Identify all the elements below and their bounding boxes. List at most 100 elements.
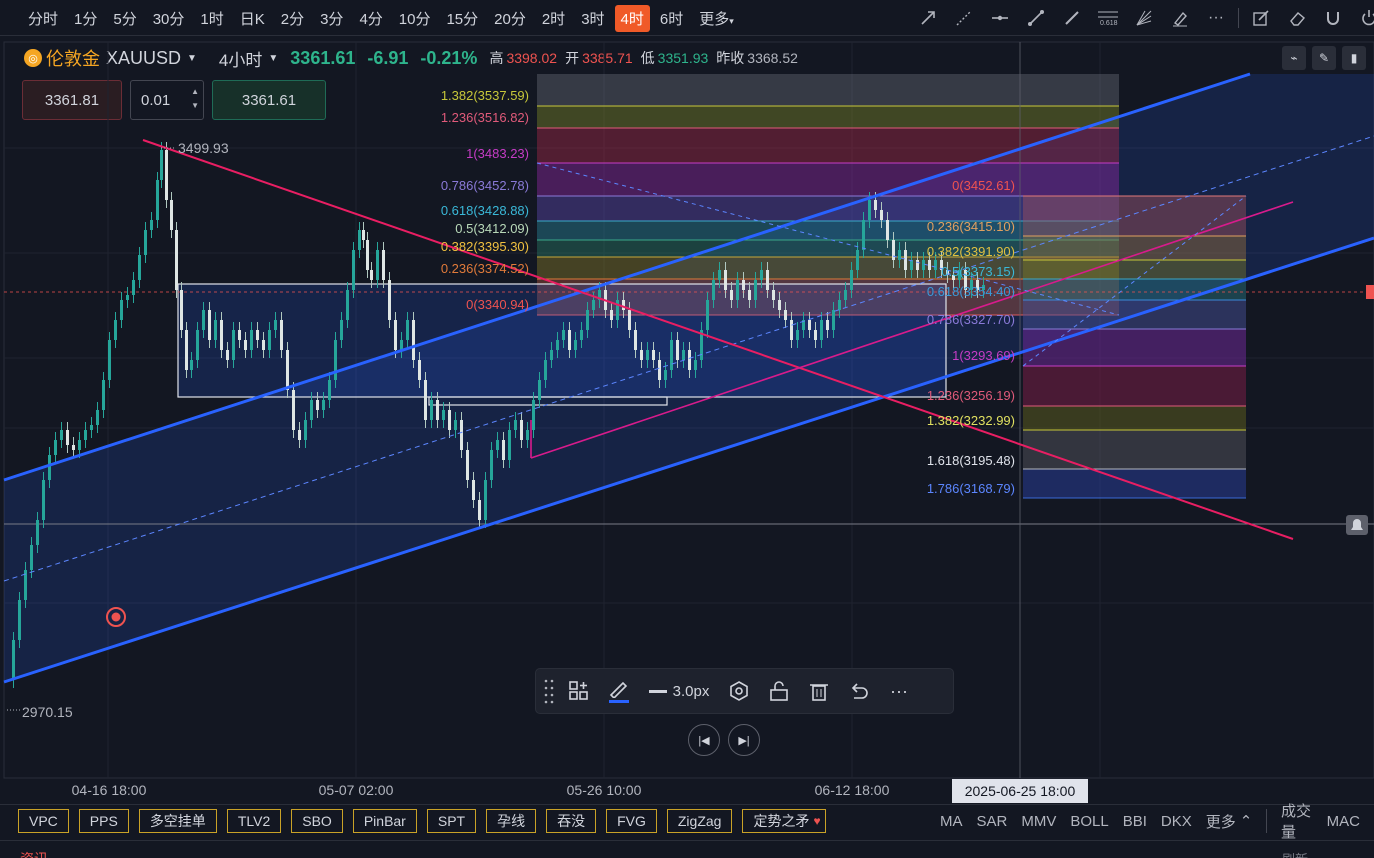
horizontal-line-icon[interactable] bbox=[982, 3, 1018, 33]
candle-body bbox=[784, 310, 787, 320]
interval-1m[interactable]: 1分 bbox=[68, 5, 103, 32]
indicator-button[interactable]: SPT bbox=[426, 809, 477, 833]
candle-body bbox=[568, 330, 571, 350]
ray-tool-icon[interactable] bbox=[910, 3, 946, 33]
candle-body bbox=[180, 290, 183, 330]
main-indicator-tab[interactable]: 更多 bbox=[1206, 811, 1236, 832]
main-indicator-tab[interactable]: MMV bbox=[1021, 813, 1056, 830]
candle-body bbox=[586, 310, 589, 330]
eraser-icon[interactable] bbox=[1279, 3, 1315, 33]
candle-body bbox=[84, 430, 87, 440]
indicator-button[interactable]: 孕线 bbox=[486, 809, 537, 833]
settings-hex-icon[interactable] bbox=[722, 674, 756, 708]
indicator-button[interactable]: ZigZag bbox=[666, 809, 733, 833]
indicator-button[interactable]: 多空挂单 bbox=[138, 809, 217, 833]
more-options-icon[interactable]: ··· bbox=[882, 674, 916, 708]
candle-body bbox=[862, 220, 865, 250]
interval-3h[interactable]: 3时 bbox=[575, 5, 610, 32]
candle-body bbox=[244, 340, 247, 350]
interval-2h[interactable]: 2时 bbox=[536, 5, 571, 32]
candle-body bbox=[928, 260, 931, 270]
candle-body bbox=[196, 330, 199, 360]
candle-body bbox=[910, 260, 913, 270]
candle-body bbox=[185, 330, 188, 370]
candle-body bbox=[652, 350, 655, 360]
candle-body bbox=[214, 320, 217, 340]
trash-icon[interactable] bbox=[802, 674, 836, 708]
toolbar-divider bbox=[1238, 8, 1239, 28]
interval-30m[interactable]: 30分 bbox=[147, 5, 191, 32]
drag-handle-icon[interactable] bbox=[542, 674, 556, 708]
interval-more[interactable]: 更多▾ bbox=[693, 5, 740, 32]
extended-line-icon[interactable] bbox=[946, 3, 982, 33]
line-width-button[interactable]: 3.0px bbox=[642, 674, 716, 708]
interval-15m[interactable]: 15分 bbox=[440, 5, 484, 32]
candle-body bbox=[610, 310, 613, 320]
candle-body bbox=[274, 320, 277, 330]
refresh-button[interactable]: 刷新 bbox=[1282, 849, 1308, 858]
candle-body bbox=[388, 280, 391, 320]
line-color-swatch bbox=[609, 699, 629, 703]
more-tools-icon[interactable]: ··· bbox=[1198, 3, 1234, 33]
interval-fenshi[interactable]: 分时 bbox=[22, 5, 64, 32]
brush-icon[interactable] bbox=[1162, 3, 1198, 33]
interval-2m[interactable]: 2分 bbox=[275, 5, 310, 32]
trend-line-icon[interactable] bbox=[1018, 3, 1054, 33]
unlock-icon[interactable] bbox=[762, 674, 796, 708]
svg-text:0.618: 0.618 bbox=[1100, 20, 1118, 27]
drawing-tools: 0.618 ··· bbox=[910, 0, 1374, 36]
news-tab[interactable]: 资讯 bbox=[20, 849, 48, 858]
interval-4h[interactable]: 4时 bbox=[614, 4, 650, 32]
indicator-button[interactable]: SBO bbox=[291, 809, 343, 833]
candle-body bbox=[622, 300, 625, 310]
interval-1h[interactable]: 1时 bbox=[194, 5, 229, 32]
interval-selector: 分时 1分 5分 30分 1时 日K 2分 3分 4分 10分 15分 20分 … bbox=[22, 0, 744, 36]
candle-body bbox=[832, 310, 835, 330]
line-color-icon[interactable] bbox=[602, 674, 636, 708]
candle-body bbox=[60, 430, 63, 440]
indicator-button[interactable]: 吞没 bbox=[546, 809, 597, 833]
candle-body bbox=[682, 350, 685, 360]
indicator-button[interactable]: VPC bbox=[18, 809, 69, 833]
candle-body bbox=[484, 480, 487, 520]
main-indicator-tab[interactable]: BOLL bbox=[1070, 813, 1108, 830]
custom-indicators: VPC PPS 多空挂单 TLV2 SBO PinBar SPT 孕线 吞没 FVG ZigZag 定… bbox=[18, 809, 836, 833]
fib-retracement-icon[interactable]: 0.618 bbox=[1090, 3, 1126, 33]
indicator-button[interactable]: FVG bbox=[606, 809, 657, 833]
skip-back-icon[interactable]: |◀ bbox=[688, 724, 720, 756]
edit-note-icon[interactable] bbox=[1243, 3, 1279, 33]
main-indicator-tab[interactable]: BBI bbox=[1123, 813, 1147, 830]
range-box[interactable] bbox=[177, 283, 947, 398]
interval-daily[interactable]: 日K bbox=[234, 5, 271, 32]
indicator-button[interactable]: PinBar bbox=[352, 809, 417, 833]
undo-icon[interactable] bbox=[842, 674, 876, 708]
indicator-bar: VPC PPS 多空挂单 TLV2 SBO PinBar SPT 孕线 吞没 FVG ZigZag 定… bbox=[0, 803, 1374, 841]
interval-20m[interactable]: 20分 bbox=[488, 5, 532, 32]
power-icon[interactable] bbox=[1351, 3, 1374, 33]
main-indicator-tab[interactable]: DKX bbox=[1161, 813, 1192, 830]
fib-label: 1.786(3168.79) bbox=[927, 481, 1015, 496]
indicator-button[interactable]: PPS bbox=[78, 809, 129, 833]
candle-body bbox=[448, 410, 451, 430]
magnet-icon[interactable] bbox=[1315, 3, 1351, 33]
interval-5m[interactable]: 5分 bbox=[107, 5, 142, 32]
indicator-button[interactable]: TLV2 bbox=[226, 809, 282, 833]
sub-indicator-tab[interactable]: MAC bbox=[1327, 813, 1360, 830]
indicator-button[interactable]: 定势之矛 ♥ bbox=[742, 809, 826, 833]
candle-body bbox=[766, 270, 769, 290]
template-icon[interactable] bbox=[562, 674, 596, 708]
segment-icon[interactable] bbox=[1054, 3, 1090, 33]
interval-3m[interactable]: 3分 bbox=[314, 5, 349, 32]
interval-10m[interactable]: 10分 bbox=[393, 5, 437, 32]
main-indicator-tab[interactable]: MA bbox=[940, 813, 963, 830]
fan-tool-icon[interactable] bbox=[1126, 3, 1162, 33]
candle-body bbox=[250, 330, 253, 350]
chevron-up-icon[interactable]: ⌃ bbox=[1240, 812, 1253, 830]
indicator-label: 定势之矛 bbox=[753, 813, 810, 829]
skip-forward-icon[interactable]: ▶| bbox=[728, 724, 760, 756]
main-indicator-tab[interactable]: SAR bbox=[977, 813, 1008, 830]
interval-4m[interactable]: 4分 bbox=[353, 5, 388, 32]
candle-body bbox=[580, 330, 583, 340]
sub-indicator-tab[interactable]: 成交量 bbox=[1281, 800, 1313, 842]
interval-6h[interactable]: 6时 bbox=[654, 5, 689, 32]
